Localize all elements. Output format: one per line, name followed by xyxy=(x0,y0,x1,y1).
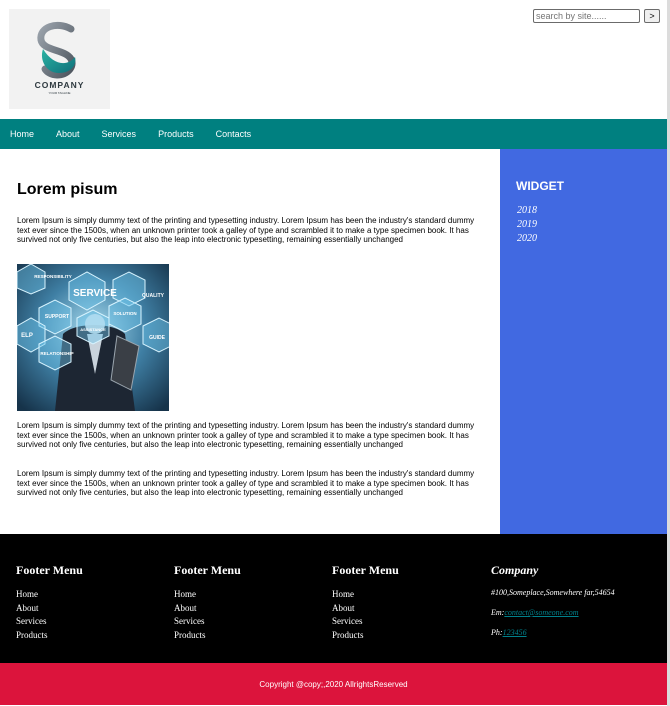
image-label-assistance: ASSISTANCE xyxy=(80,327,106,332)
footer-link-services[interactable]: Services xyxy=(174,615,241,629)
logo-company-text: COMPANY xyxy=(35,80,85,90)
page-title: Lorem pisum xyxy=(17,181,118,198)
phone-label: Ph: xyxy=(491,628,503,637)
footer-link-home[interactable]: Home xyxy=(16,588,83,602)
search-input[interactable] xyxy=(533,9,640,23)
image-label-responsibility: RESPONSIBILITY xyxy=(34,274,72,279)
image-label-support: SUPPORT xyxy=(45,314,69,320)
footer-menu-3: Footer Menu Home About Services Products xyxy=(332,563,399,642)
nav-services[interactable]: Services xyxy=(102,129,137,139)
footer-menu-title: Footer Menu xyxy=(332,563,399,577)
footer-link-about[interactable]: About xyxy=(174,602,241,616)
widget-title: WIDGET xyxy=(516,179,564,193)
footer-menu-1: Footer Menu Home About Services Products xyxy=(16,563,83,642)
copyright-text: Copyright @copy;,2020 AllrightsReserved xyxy=(259,679,408,689)
widget-item-2019[interactable]: 2019 xyxy=(517,218,537,232)
company-email: Em:contact@someone.com xyxy=(491,608,615,617)
company-phone: Ph:123456 xyxy=(491,628,615,637)
paragraph-2: Lorem Ipsum is simply dummy text of the … xyxy=(17,421,475,450)
nav-contacts[interactable]: Contacts xyxy=(216,129,252,139)
footer-link-home[interactable]: Home xyxy=(332,588,399,602)
image-label-guide: GUIDE xyxy=(149,335,166,341)
image-label-service: SERVICE xyxy=(73,288,117,299)
footer-link-products[interactable]: Products xyxy=(174,629,241,643)
footer-link-products[interactable]: Products xyxy=(16,629,83,643)
footer-link-services[interactable]: Services xyxy=(16,615,83,629)
main-content: Lorem pisum Lorem Ipsum is simply dummy … xyxy=(0,149,500,534)
nav-products[interactable]: Products xyxy=(158,129,194,139)
search-form: > xyxy=(533,9,660,23)
footer-link-products[interactable]: Products xyxy=(332,629,399,643)
footer-link-about[interactable]: About xyxy=(332,602,399,616)
service-image: RESPONSIBILITY SERVICE QUALITY SUPPORT S… xyxy=(17,264,169,411)
footer-link-home[interactable]: Home xyxy=(174,588,241,602)
widget-item-2018[interactable]: 2018 xyxy=(517,204,537,218)
footer-company: Company #100,Someplace,Somewhere far,546… xyxy=(491,563,615,648)
nav-about[interactable]: About xyxy=(56,129,80,139)
widget-item-2020[interactable]: 2020 xyxy=(517,232,537,246)
footer-link-about[interactable]: About xyxy=(16,602,83,616)
nav-home[interactable]: Home xyxy=(10,129,34,139)
main-nav: Home About Services Products Contacts xyxy=(0,119,667,149)
company-address: #100,Someplace,Somewhere far,54654 xyxy=(491,588,615,597)
image-label-elp: ELP xyxy=(21,333,33,339)
footer-link-services[interactable]: Services xyxy=(332,615,399,629)
company-logo[interactable]: COMPANY YOUR TAGLINE xyxy=(9,9,110,109)
footer-menu-title: Footer Menu xyxy=(174,563,241,577)
footer-menu-title: Footer Menu xyxy=(16,563,83,577)
search-button[interactable]: > xyxy=(644,9,660,23)
phone-link[interactable]: 123456 xyxy=(503,628,527,637)
logo-tagline-text: YOUR TAGLINE xyxy=(48,91,70,95)
image-label-relationship: RELATIONSHIP xyxy=(40,351,73,356)
logo-emblem-icon: COMPANY YOUR TAGLINE xyxy=(35,22,85,95)
email-label: Em: xyxy=(491,608,505,617)
copyright-bar: Copyright @copy;,2020 AllrightsReserved xyxy=(0,663,667,705)
footer: Footer Menu Home About Services Products… xyxy=(0,534,667,663)
image-label-solution: SOLUTION xyxy=(113,311,136,316)
paragraph-3: Lorem Ipsum is simply dummy text of the … xyxy=(17,469,475,498)
image-label-quality: QUALITY xyxy=(142,293,165,299)
paragraph-1: Lorem Ipsum is simply dummy text of the … xyxy=(17,216,475,245)
company-title: Company xyxy=(491,563,539,577)
widget-list: 2018 2019 2020 xyxy=(517,204,537,246)
header: COMPANY YOUR TAGLINE > xyxy=(0,0,667,119)
sidebar-widget: WIDGET 2018 2019 2020 xyxy=(500,149,667,534)
footer-menu-2: Footer Menu Home About Services Products xyxy=(174,563,241,642)
email-link[interactable]: contact@someone.com xyxy=(504,608,578,617)
